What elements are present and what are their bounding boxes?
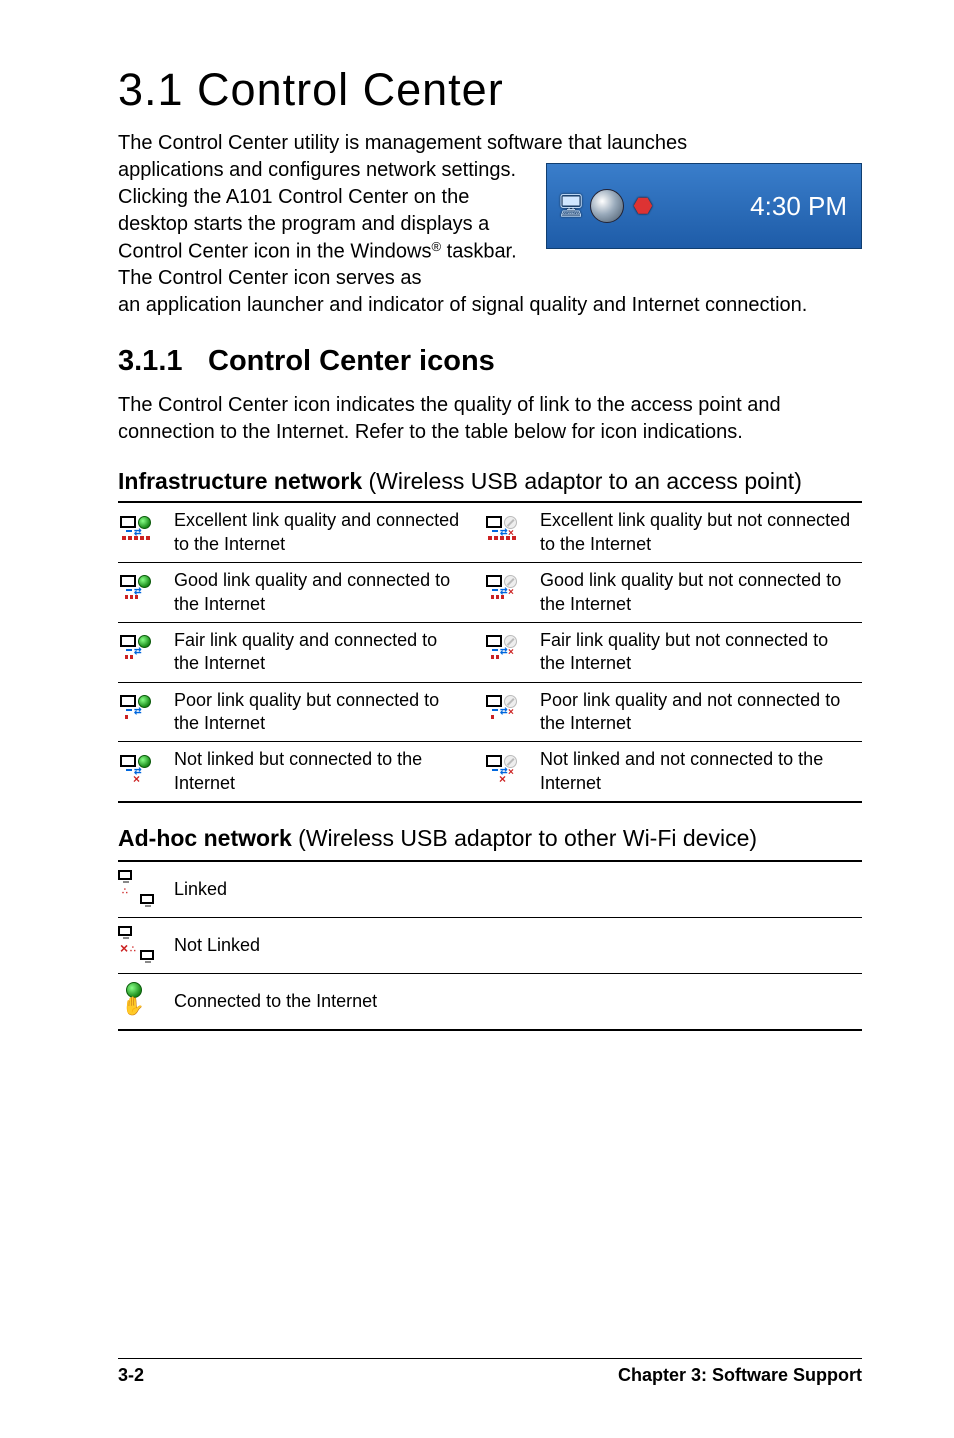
tray-monitor-icon: 🖥 — [555, 190, 587, 222]
cell-text: Fair link quality and connected to the I… — [174, 622, 484, 682]
infra-heading-bold: Infrastructure network — [118, 468, 362, 494]
link-good-notconnected-icon: ⇄× — [486, 575, 520, 603]
adhoc-heading: Ad-hoc network (Wireless USB adaptor to … — [118, 825, 862, 852]
page-footer: 3-2 Chapter 3: Software Support — [118, 1358, 862, 1386]
link-fair-notconnected-icon: ⇄× — [486, 635, 520, 663]
cell-text: Good link quality but not connected to t… — [540, 563, 862, 623]
section-title: Control Center icons — [208, 345, 495, 377]
adhoc-heading-bold: Ad-hoc network — [118, 825, 292, 851]
adhoc-table: ∴ Linked ×∴ Not Linked ✋ Connected to th… — [118, 860, 862, 1031]
table-row: ⇄ Excellent link quality and connected t… — [118, 502, 862, 562]
tray-globe-icon — [590, 189, 624, 223]
link-good-connected-icon: ⇄ — [120, 575, 154, 603]
table-row: ⇄ Fair link quality and connected to the… — [118, 622, 862, 682]
cell-text: Connected to the Internet — [174, 974, 862, 1031]
link-none-notconnected-icon: ⇄× × — [486, 755, 520, 783]
footer-page-number: 3-2 — [118, 1365, 144, 1386]
infra-heading: Infrastructure network (Wireless USB ada… — [118, 468, 862, 495]
section-number: 3.1.1 — [118, 345, 208, 378]
link-poor-connected-icon: ⇄ — [120, 695, 154, 723]
cell-text: Good link quality and connected to the I… — [174, 563, 484, 623]
table-row: ✋ Connected to the Internet — [118, 974, 862, 1031]
cell-text: Not linked and not connected to the Inte… — [540, 742, 862, 802]
cell-text: Excellent link quality but not connected… — [540, 502, 862, 562]
tray-shield-icon: ⬣ — [627, 190, 659, 222]
link-poor-notconnected-icon: ⇄× — [486, 695, 520, 723]
section-heading: 3.1.1Control Center icons — [118, 345, 862, 378]
registered-mark: ® — [431, 239, 441, 254]
taskbar-time: 4:30 PM — [750, 164, 847, 248]
adhoc-heading-paren: (Wireless USB adaptor to other Wi-Fi dev… — [292, 825, 757, 851]
table-row: ⇄ × Not linked but connected to the Inte… — [118, 742, 862, 802]
section-body: The Control Center icon indicates the qu… — [118, 392, 862, 446]
adhoc-notlinked-icon: ×∴ — [118, 926, 154, 960]
cell-text: Not Linked — [174, 918, 862, 974]
table-row: ⇄ Poor link quality but connected to the… — [118, 682, 862, 742]
table-row: ∴ Linked — [118, 861, 862, 918]
intro-line-full: The Control Center utility is management… — [118, 130, 862, 157]
infra-heading-paren: (Wireless USB adaptor to an access point… — [362, 468, 802, 494]
link-none-connected-icon: ⇄ × — [120, 755, 154, 783]
intro-after: an application launcher and indicator of… — [118, 292, 862, 319]
link-excellent-connected-icon: ⇄ — [120, 516, 154, 544]
link-fair-connected-icon: ⇄ — [120, 635, 154, 663]
cell-text: Excellent link quality and connected to … — [174, 502, 484, 562]
link-excellent-notconnected-icon: ⇄× — [486, 516, 520, 544]
cell-text: Not linked but connected to the Internet — [174, 742, 484, 802]
adhoc-linked-icon: ∴ — [118, 870, 154, 904]
taskbar-screenshot: 🖥 ⬣ 4:30 PM — [546, 163, 862, 249]
infrastructure-table: ⇄ Excellent link quality and connected t… — [118, 501, 862, 803]
table-row: ×∴ Not Linked — [118, 918, 862, 974]
cell-text: Poor link quality but connected to the I… — [174, 682, 484, 742]
adhoc-connected-internet-icon: ✋ — [118, 982, 154, 1016]
table-row: ⇄ Good link quality and connected to the… — [118, 563, 862, 623]
cell-text: Poor link quality and not connected to t… — [540, 682, 862, 742]
cell-text: Fair link quality but not connected to t… — [540, 622, 862, 682]
page-title: 3.1 Control Center — [118, 64, 862, 116]
cell-text: Linked — [174, 861, 862, 918]
footer-chapter: Chapter 3: Software Support — [618, 1365, 862, 1386]
